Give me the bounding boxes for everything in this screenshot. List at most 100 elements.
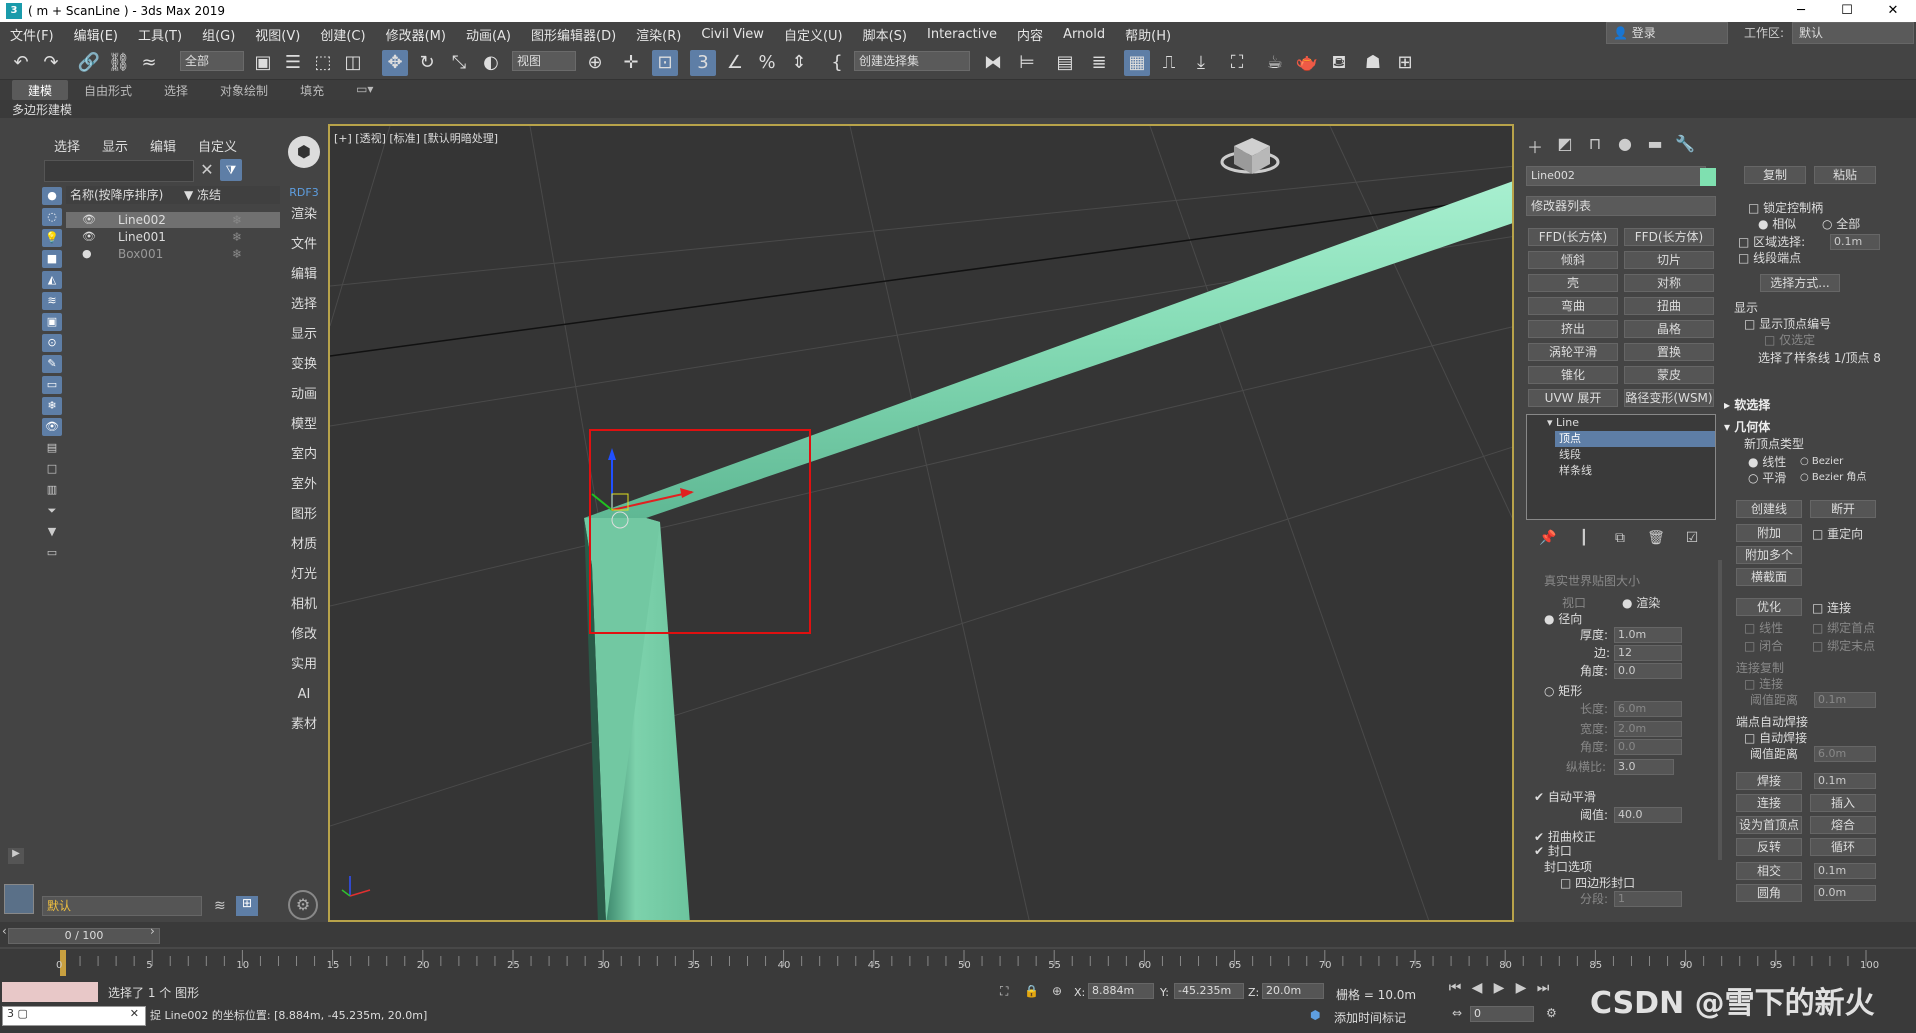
menu-arnold[interactable]: Arnold xyxy=(1053,27,1115,42)
aspect-spinner[interactable]: 3.0 xyxy=(1614,759,1674,775)
viewcube[interactable] xyxy=(1220,138,1280,174)
key-mode-icon[interactable]: ⇔ xyxy=(1452,1006,1462,1020)
script-close-icon[interactable]: ✕ xyxy=(130,1007,139,1020)
weld-spinner[interactable]: 0.1m xyxy=(1814,773,1876,789)
hidden-dot-icon[interactable]: ● xyxy=(82,246,92,262)
paste-button[interactable]: 粘贴 xyxy=(1814,166,1876,184)
hierarchy-tab-icon[interactable]: ⊓ xyxy=(1580,134,1610,158)
length-spinner[interactable]: 6.0m xyxy=(1614,701,1682,717)
select-by-name-icon[interactable]: ☰ xyxy=(280,50,306,76)
bind-first-checkbox[interactable]: □ 绑定首点 xyxy=(1812,620,1875,636)
clear-search-icon[interactable]: ✕ xyxy=(198,160,216,182)
menu-modifiers[interactable]: 修改器(M) xyxy=(376,25,456,44)
cross-insert-button[interactable]: 相交 xyxy=(1736,862,1802,880)
display-all-icon[interactable]: ▤ xyxy=(42,439,62,457)
modifier-button[interactable]: 切片 xyxy=(1624,251,1714,269)
modifier-button[interactable]: 对称 xyxy=(1624,274,1714,292)
sides-spinner[interactable]: 12 xyxy=(1614,645,1682,661)
named-selection-dropdown[interactable]: 创建选择集 xyxy=(854,51,970,71)
window-crossing-icon[interactable]: ◫ xyxy=(340,50,366,76)
layer-dropdown[interactable]: 默认 xyxy=(42,896,202,916)
spinner-snap-icon[interactable]: ⇕ xyxy=(786,50,812,76)
mirror-icon[interactable]: ⧓ xyxy=(980,50,1006,76)
script-mini-listener[interactable]: 3 ▢ ✕ xyxy=(2,1006,146,1026)
segment-end-checkbox[interactable]: □ 线段端点 xyxy=(1738,250,1801,266)
visibility-eye-icon[interactable]: 👁 xyxy=(82,229,96,245)
close-button[interactable]: ✕ xyxy=(1870,0,1916,22)
fuse-button[interactable]: 熔合 xyxy=(1810,816,1876,834)
segments-spinner[interactable]: 1 xyxy=(1614,891,1682,907)
cycle-button[interactable]: 循环 xyxy=(1810,838,1876,856)
show-vertex-numbers-checkbox[interactable]: □ 显示顶点编号 xyxy=(1744,316,1831,332)
modifier-list-dropdown[interactable]: 修改器列表 xyxy=(1526,196,1716,216)
current-frame-field[interactable]: 0 xyxy=(1470,1006,1534,1022)
x-coord-field[interactable]: 8.884m xyxy=(1088,983,1154,999)
align-icon[interactable]: ⊨ xyxy=(1014,50,1040,76)
stack-root-line[interactable]: ▾ Line xyxy=(1527,415,1715,431)
ribbon-options-icon[interactable]: ▭▾ xyxy=(340,80,389,100)
display-invert-icon[interactable]: ▥ xyxy=(42,481,62,499)
utilities-tab-icon[interactable]: 🔧 xyxy=(1670,134,1700,158)
minimize-button[interactable]: ─ xyxy=(1778,0,1824,22)
display-none-icon[interactable]: □ xyxy=(42,460,62,478)
render-setup-icon[interactable]: ⛶ xyxy=(1224,50,1250,76)
side-file[interactable]: 文件 xyxy=(282,230,326,260)
selection-lock-icon[interactable]: 🔒 xyxy=(1024,984,1039,998)
modifier-button[interactable]: 壳 xyxy=(1528,274,1618,292)
schematic-view-icon[interactable]: ⎍ xyxy=(1156,50,1182,76)
modifier-button[interactable]: 弯曲 xyxy=(1528,297,1618,315)
menu-group[interactable]: 组(G) xyxy=(192,25,245,44)
menu-create[interactable]: 创建(C) xyxy=(310,25,375,44)
similar-radio[interactable]: ● 相似 xyxy=(1758,216,1796,232)
scene-row-line001[interactable]: 👁 Line001 ❄ xyxy=(66,229,280,245)
bezier-corner-radio[interactable]: ○ Bezier 角点 xyxy=(1800,470,1866,486)
attach-button[interactable]: 附加 xyxy=(1736,524,1802,542)
side-select[interactable]: 选择 xyxy=(282,290,326,320)
side-modify[interactable]: 修改 xyxy=(282,620,326,650)
side-lights[interactable]: 灯光 xyxy=(282,560,326,590)
ribbon-tab-modeling[interactable]: 建模 xyxy=(12,80,69,100)
material-editor-icon[interactable]: ⤓ xyxy=(1188,50,1214,76)
viewport-label[interactable]: [+] [透视] [标准] [默认明暗处理] xyxy=(334,130,498,146)
linear-checkbox[interactable]: □ 线性 xyxy=(1744,620,1783,636)
link-icon[interactable]: 🔗 xyxy=(76,50,102,76)
reverse-button[interactable]: 反转 xyxy=(1736,838,1802,856)
percent-snap-icon[interactable]: % xyxy=(754,50,780,76)
visibility-eye-icon[interactable]: 👁 xyxy=(82,212,96,228)
modifier-button[interactable]: UVW 展开 xyxy=(1528,389,1618,407)
all-radio[interactable]: ○ 全部 xyxy=(1822,216,1860,232)
layer-explorer-icon[interactable]: ▤ xyxy=(1052,50,1078,76)
display-frozen-icon[interactable]: ❄ xyxy=(42,397,62,415)
weld-threshold-spinner[interactable]: 6.0m xyxy=(1814,746,1876,762)
time-tag-icon[interactable]: ⬢ xyxy=(1310,1008,1320,1022)
col-name-header[interactable]: 名称(按降序排序) xyxy=(70,188,163,202)
radial-radio[interactable]: ● 径向 xyxy=(1544,611,1582,627)
fillet-button[interactable]: 圆角 xyxy=(1736,884,1802,902)
pivot-center-icon[interactable]: ⊕ xyxy=(582,50,608,76)
display-shapes-icon[interactable]: ◌ xyxy=(42,208,62,226)
add-time-tag[interactable]: 添加时间标记 xyxy=(1334,1009,1406,1026)
side-shapes[interactable]: 图形 xyxy=(282,500,326,530)
viewport-layout-icon[interactable] xyxy=(4,884,34,914)
ribbon-tab-object-paint[interactable]: 对象绘制 xyxy=(204,80,284,100)
modifier-button[interactable]: 扭曲 xyxy=(1624,297,1714,315)
freeze-icon[interactable]: ❄ xyxy=(232,229,242,245)
display-helpers-icon[interactable]: ◭ xyxy=(42,271,62,289)
side-ai[interactable]: AI xyxy=(282,680,326,710)
col-freeze-header[interactable]: ▼ 冻结 xyxy=(184,186,221,204)
menu-graph-editors[interactable]: 图形编辑器(D) xyxy=(521,25,626,44)
modifier-button[interactable]: 倾斜 xyxy=(1528,251,1618,269)
maxscript-listener[interactable] xyxy=(2,982,98,1002)
layers-icon[interactable]: ≋ xyxy=(214,898,226,914)
reorient-checkbox[interactable]: □ 重定向 xyxy=(1812,526,1863,542)
move-icon[interactable]: ✥ xyxy=(382,50,408,76)
rdf3-label[interactable]: RDF3 xyxy=(282,178,326,200)
rendered-frame-icon[interactable]: ☕ xyxy=(1262,50,1288,76)
bind-last-checkbox[interactable]: □ 绑定末点 xyxy=(1812,638,1875,654)
soft-selection-rollout[interactable]: ▸ 软选择 xyxy=(1724,396,1770,413)
side-animation[interactable]: 动画 xyxy=(282,380,326,410)
layer-manager-icon[interactable]: ⊞ xyxy=(236,896,258,916)
insert-button[interactable]: 插入 xyxy=(1810,794,1876,812)
viewport-radio[interactable]: 视口 xyxy=(1562,595,1586,611)
side-assets[interactable]: 素材 xyxy=(282,710,326,740)
